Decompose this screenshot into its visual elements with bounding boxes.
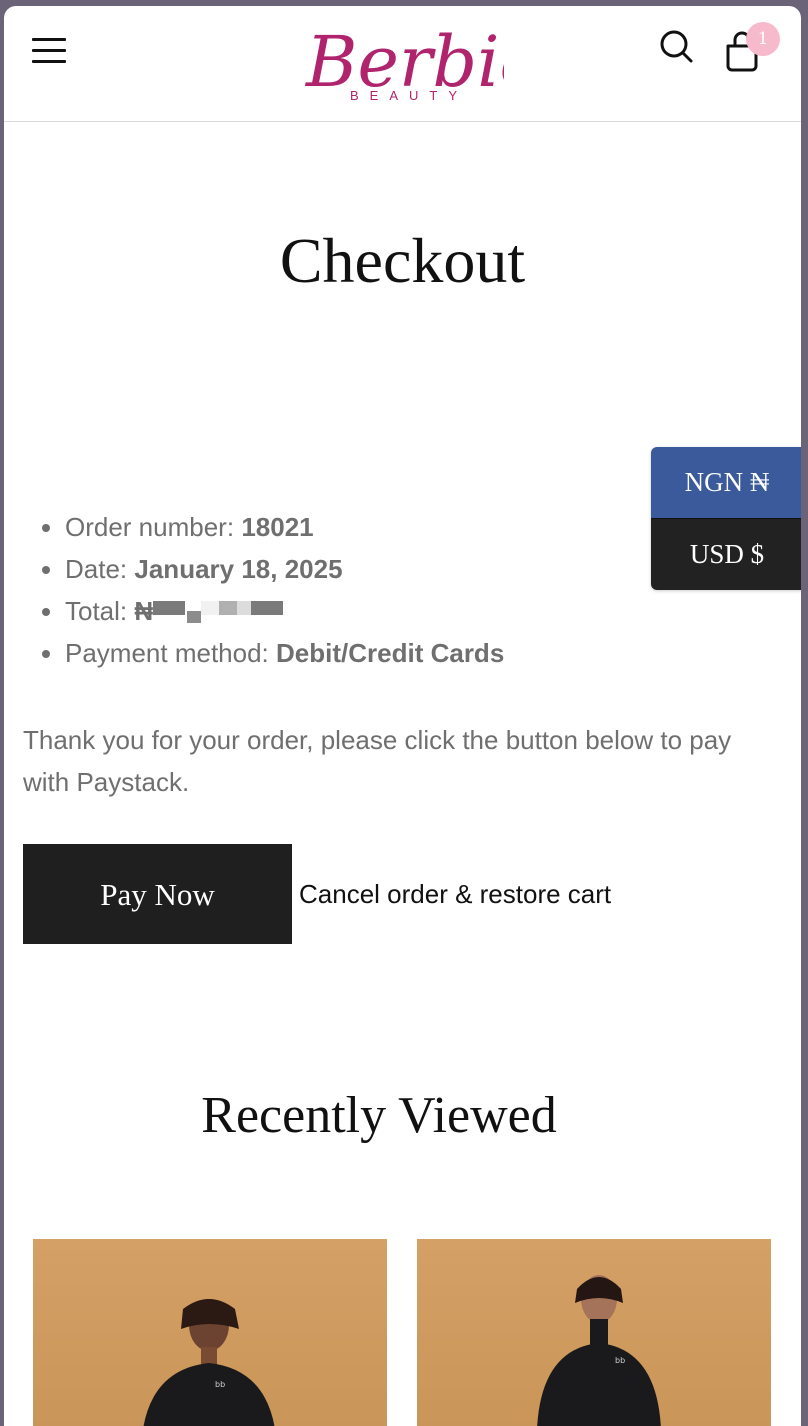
order-total-label: Total: bbox=[65, 596, 128, 626]
brand-logo[interactable]: Berbie BEAUTY bbox=[300, 6, 541, 104]
cart-button[interactable]: 1 bbox=[722, 22, 786, 74]
order-date-value: January 18, 2025 bbox=[134, 554, 343, 584]
order-number-value: 18021 bbox=[241, 512, 314, 542]
order-number-label: Order number: bbox=[65, 512, 235, 542]
order-details-list: Order number: 18021 Date: January 18, 20… bbox=[23, 506, 504, 674]
page-title: Checkout bbox=[279, 225, 526, 296]
currency-switcher: NGN ₦ USD $ bbox=[651, 447, 801, 590]
order-total-value: ₦ bbox=[134, 596, 154, 626]
payment-method-value: Debit/Credit Cards bbox=[276, 638, 505, 668]
currency-usd-option[interactable]: USD $ bbox=[651, 518, 801, 590]
page-frame: Berbie BEAUTY 1 Checkout NGN ₦ USD $ Ord… bbox=[4, 6, 801, 1426]
thank-you-message: Thank you for your order, please click t… bbox=[23, 725, 732, 797]
order-number-item: Order number: 18021 bbox=[65, 506, 504, 548]
cart-count-badge: 1 bbox=[746, 22, 780, 56]
currency-ngn-option[interactable]: NGN ₦ bbox=[651, 447, 801, 518]
product-image: bb bbox=[537, 1275, 661, 1426]
hamburger-icon[interactable] bbox=[32, 38, 66, 64]
product-image: bb bbox=[143, 1299, 275, 1426]
pay-now-button[interactable]: Pay Now bbox=[23, 844, 292, 944]
svg-text:BEAUTY: BEAUTY bbox=[350, 88, 468, 103]
payment-method-item: Payment method: Debit/Credit Cards bbox=[65, 632, 504, 674]
order-total-item: Total: ₦ bbox=[65, 590, 504, 632]
payment-method-label: Payment method: bbox=[65, 638, 269, 668]
cancel-order-link[interactable]: Cancel order & restore cart bbox=[299, 874, 611, 914]
order-date-label: Date: bbox=[65, 554, 128, 584]
svg-text:bb: bb bbox=[215, 1380, 225, 1389]
recently-viewed-title: Recently Viewed bbox=[201, 1087, 557, 1144]
redacted-amount bbox=[153, 599, 284, 623]
product-card[interactable]: bb bbox=[33, 1239, 387, 1426]
search-icon[interactable] bbox=[656, 26, 696, 66]
site-header: Berbie BEAUTY 1 bbox=[4, 6, 801, 122]
product-card[interactable]: bb bbox=[417, 1239, 771, 1426]
order-date-item: Date: January 18, 2025 bbox=[65, 548, 504, 590]
svg-text:bb: bb bbox=[615, 1356, 625, 1365]
